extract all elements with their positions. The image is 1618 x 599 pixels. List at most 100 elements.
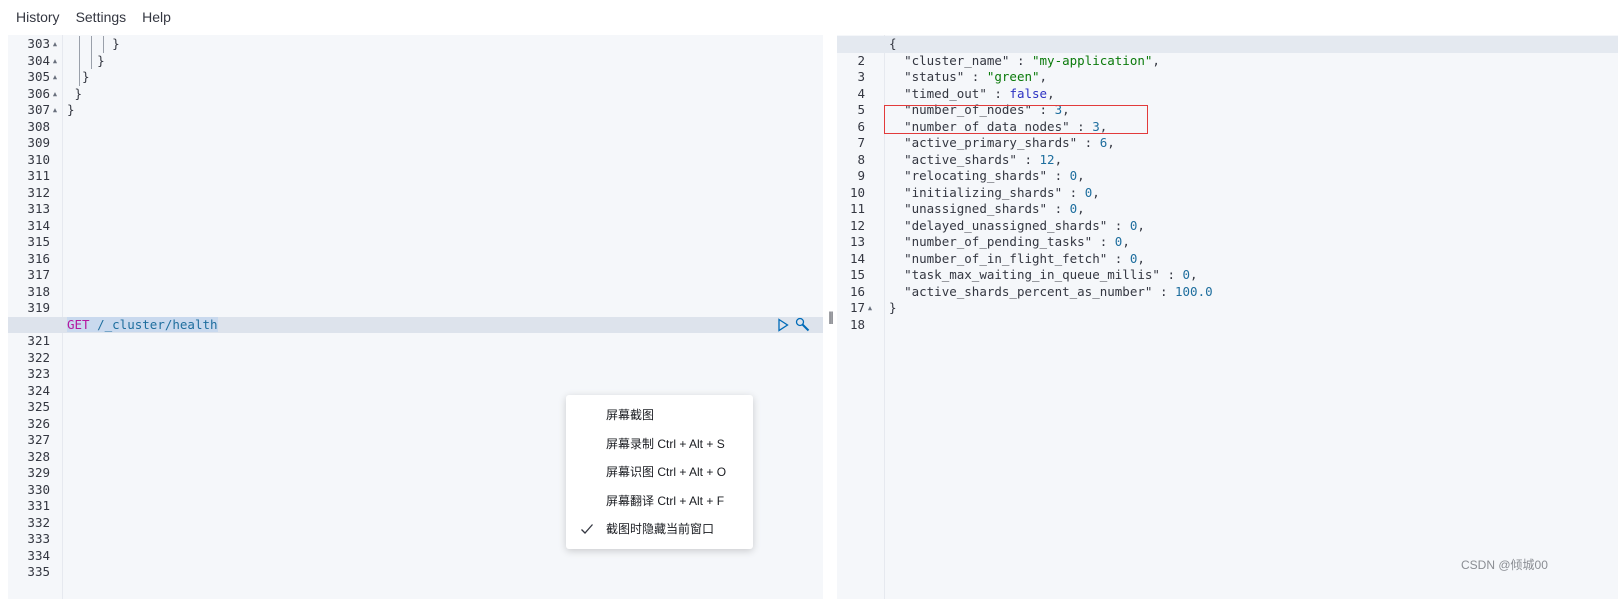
line-number: 5 [837, 102, 875, 119]
play-icon[interactable] [775, 317, 791, 333]
json-key: "status" [904, 69, 965, 84]
checkmark-icon [581, 524, 593, 534]
line-number-text: 327 [27, 432, 50, 447]
json-colon: : [986, 85, 1010, 101]
pane-resizer[interactable]: || [823, 35, 837, 599]
line-number: 329 [8, 465, 60, 482]
context-menu-item-screenshot[interactable]: 屏幕截图 [566, 401, 753, 430]
json-key: "cluster_name" [904, 52, 1010, 68]
line-number: 18 [837, 317, 875, 334]
line-number: 11 [837, 201, 875, 218]
fold-arrow-icon: ▲ [867, 304, 873, 312]
line-number: 9 [837, 168, 875, 185]
json-colon: : [1152, 283, 1175, 299]
line-number-text: 322 [27, 349, 50, 365]
code-line: "number_of_in_flight_fetch" : 0, [889, 251, 1145, 268]
line-number: 311 [8, 168, 60, 185]
json-value: "my-application" [1032, 52, 1153, 68]
line-number-text: 307 [27, 102, 50, 117]
line-number-text: 2 [857, 52, 865, 68]
context-menu-label: 屏幕翻译 Ctrl + Alt + F [606, 493, 725, 508]
line-number: 2 [837, 53, 875, 70]
json-colon: : [1047, 201, 1070, 216]
line-number: 330 [8, 482, 60, 499]
line-number: 305 ▲ [8, 69, 60, 86]
line-number: 304 ▲ [8, 53, 60, 70]
fold-arrow-icon: ▲ [52, 40, 58, 48]
line-number-text: 315 [27, 234, 50, 249]
code-line: } [67, 53, 105, 70]
menu-help[interactable]: Help [134, 0, 179, 35]
json-key: "timed_out" [904, 85, 987, 101]
line-number: 7 [837, 135, 875, 152]
watermark: CSDN @倾城00 [1461, 558, 1548, 572]
code-line: "task_max_waiting_in_queue_millis" : 0, [889, 267, 1198, 284]
code-line: } [67, 102, 75, 119]
code-line: "unassigned_shards" : 0, [889, 201, 1085, 218]
line-number: 306 ▲ [8, 86, 60, 103]
json-comma: , [1107, 135, 1115, 150]
line-number-text: 13 [849, 234, 865, 249]
response-gutter: 1▼2 3 4 5 6 7 8 9 10 11 12 13 14 15 16 1… [837, 35, 885, 599]
json-comma: , [1152, 52, 1160, 68]
line-number-text: 10 [849, 184, 865, 200]
context-menu-item-record[interactable]: 屏幕录制 Ctrl + Alt + S [566, 430, 753, 459]
request-path: /_cluster/health [97, 316, 218, 332]
json-colon: : [1159, 267, 1183, 282]
request-actions [775, 317, 811, 334]
line-number-text: 12 [849, 217, 865, 233]
code-text: } [67, 102, 75, 117]
json-comma: , [1122, 234, 1130, 249]
json-key: "delayed_unassigned_shards" [904, 217, 1108, 233]
code-text: } [67, 52, 105, 68]
line-number-text: 305 [27, 69, 50, 84]
line-number: 327 [8, 432, 60, 449]
line-number: 315 [8, 234, 60, 251]
resize-handle-icon[interactable]: || [828, 310, 834, 324]
fold-arrow-icon: ▲ [52, 89, 58, 98]
code-line: "cluster_name" : "my-application", [889, 53, 1160, 70]
line-number-text: 326 [27, 415, 50, 431]
line-number: 310 [8, 152, 60, 169]
line-number-text: 304 [27, 52, 50, 68]
line-number: 303 ▲ [8, 36, 60, 53]
menu-settings[interactable]: Settings [68, 0, 135, 35]
line-number: 325 [8, 399, 60, 416]
line-number: 334 [8, 548, 60, 565]
context-menu-item-hide-window[interactable]: 截图时隐藏当前窗口 [566, 515, 753, 544]
line-number: 317 [8, 267, 60, 284]
line-number: 332 [8, 515, 60, 532]
json-comma: , [1077, 168, 1085, 183]
context-menu-item-recognize[interactable]: 屏幕识图 Ctrl + Alt + O [566, 458, 753, 487]
wrench-icon[interactable] [795, 317, 811, 333]
json-colon: : [1077, 135, 1100, 150]
line-number-text: 321 [27, 333, 50, 348]
json-brace: { [889, 36, 897, 51]
line-number-text: 303 [27, 36, 50, 51]
code-line: "initializing_shards" : 0, [889, 185, 1100, 202]
line-number: 312 [8, 185, 60, 202]
line-number-text: 11 [849, 201, 865, 216]
menu-history[interactable]: History [8, 0, 68, 35]
line-number-text: 335 [27, 564, 50, 579]
first-line-highlight [837, 36, 1618, 53]
line-number-text: 9 [857, 168, 865, 183]
code-line: "active_shards_percent_as_number" : 100.… [889, 284, 1213, 301]
menubar: History Settings Help [0, 0, 1618, 35]
code-line: "relocating_shards" : 0, [889, 168, 1085, 185]
code-line: "delayed_unassigned_shards" : 0, [889, 218, 1145, 235]
context-menu-item-translate[interactable]: 屏幕翻译 Ctrl + Alt + F [566, 487, 753, 516]
selected-request[interactable]: GET /_cluster/health [67, 316, 218, 332]
line-number-text: 8 [857, 151, 865, 167]
line-number-text: 7 [857, 135, 865, 150]
json-value: 0 [1182, 267, 1191, 282]
fold-arrow-icon: ▲ [52, 73, 58, 81]
code-line: "status" : "green", [889, 69, 1047, 86]
line-number-text: 331 [27, 498, 50, 513]
context-menu-label: 屏幕截图 [606, 408, 655, 422]
line-number-text: 314 [27, 217, 50, 233]
code-text: } [67, 85, 83, 101]
